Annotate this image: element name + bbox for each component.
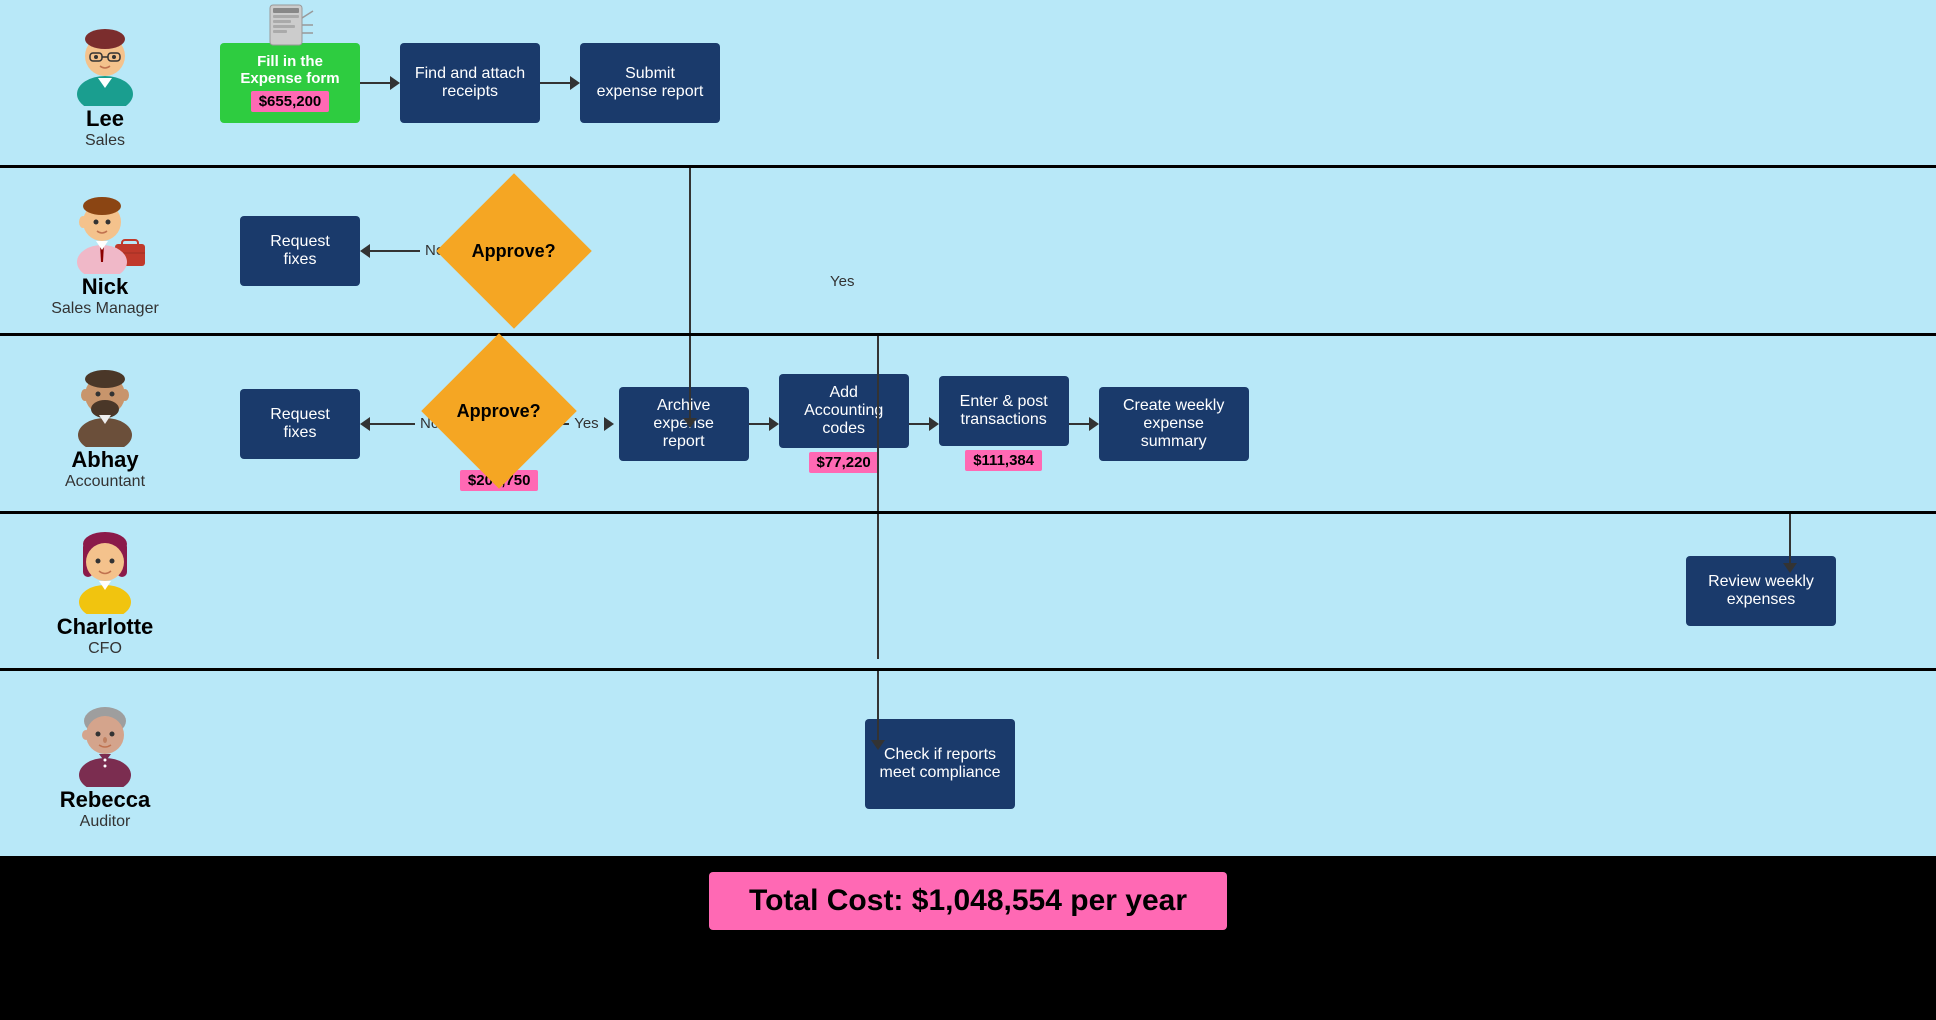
abhay-request-fixes-box[interactable]: Request fixes <box>240 389 360 459</box>
rebecca-avatar <box>60 697 150 787</box>
actor-nick: Nick Sales Manager <box>0 174 210 328</box>
lee-avatar <box>60 16 150 106</box>
rebecca-name: Rebecca <box>60 787 151 813</box>
review-weekly-expenses-label: Review weekly expenses <box>1700 573 1822 609</box>
arrow-lee-1 <box>360 76 400 90</box>
abhay-approve-diamond[interactable]: Approve? <box>444 356 554 466</box>
archive-expense-report-label: Archive expense report <box>633 397 735 451</box>
lee-name: Lee <box>86 106 124 132</box>
nick-role: Sales Manager <box>51 300 159 318</box>
rebecca-role: Auditor <box>80 813 131 831</box>
charlotte-name: Charlotte <box>57 614 154 640</box>
abhay-yes-label: Yes <box>574 415 598 432</box>
add-accounting-codes-label: Add Accounting codes <box>793 384 895 438</box>
nick-lane-content: Request fixes No Approve? Yes <box>210 168 1936 333</box>
create-weekly-expense-summary-label: Create weekly expense summary <box>1113 397 1235 451</box>
total-cost-box: Total Cost: $1,048,554 per year <box>709 872 1227 930</box>
nick-request-fixes-label: Request fixes <box>254 233 346 269</box>
find-attach-receipts-label: Find and attach receipts <box>414 65 526 101</box>
arrow-abhay-2 <box>749 417 779 431</box>
abhay-name: Abhay <box>71 447 138 473</box>
add-accounting-codes-box[interactable]: Add Accounting codes <box>779 374 909 448</box>
diagram-container: Lee Sales <box>0 0 1936 946</box>
create-weekly-expense-summary-box[interactable]: Create weekly expense summary <box>1099 387 1249 461</box>
swim-lane-abhay: Abhay Accountant Request fixes No Approv… <box>0 336 1936 514</box>
swim-lane-lee: Lee Sales <box>0 0 1936 168</box>
swim-lane-nick: Nick Sales Manager Request fixes No Appr… <box>0 168 1936 336</box>
abhay-lane-content: Request fixes No Approve? $204,750 <box>210 336 1936 511</box>
check-compliance-label: Check if reports meet compliance <box>879 746 1001 782</box>
nick-name: Nick <box>82 274 128 300</box>
nick-avatar <box>60 184 150 274</box>
actor-rebecca: Rebecca Auditor <box>0 687 210 841</box>
nick-yes-indicator: Yes <box>830 273 854 290</box>
nick-yes-label: Yes <box>830 273 854 290</box>
archive-expense-report-box[interactable]: Archive expense report <box>619 387 749 461</box>
lee-lane-content: Fill in the Expense form $655,200 Find a… <box>210 0 1936 165</box>
abhay-request-fixes-label: Request fixes <box>254 406 346 442</box>
nick-request-fixes-box[interactable]: Request fixes <box>240 216 360 286</box>
footer-bar: Total Cost: $1,048,554 per year <box>0 856 1936 946</box>
actor-charlotte: Charlotte CFO <box>0 514 210 668</box>
enter-post-transactions-label: Enter & post transactions <box>953 393 1055 429</box>
nick-approve-label: Approve? <box>472 240 556 261</box>
charlotte-avatar <box>60 524 150 614</box>
check-compliance-box[interactable]: Check if reports meet compliance <box>865 719 1015 809</box>
abhay-approve-wrapper: Approve? $204,750 <box>444 356 554 491</box>
fill-expense-form-label: Fill in the Expense form <box>234 53 346 87</box>
check-compliance-wrapper: Check if reports meet compliance <box>865 719 1015 809</box>
abhay-role: Accountant <box>65 473 145 491</box>
total-cost-label: Total Cost: $1,048,554 per year <box>749 884 1187 917</box>
actor-abhay: Abhay Accountant <box>0 347 210 501</box>
rebecca-lane-content: Check if reports meet compliance <box>210 671 1936 856</box>
fill-expense-form-box[interactable]: Fill in the Expense form $655,200 <box>220 43 360 123</box>
arrow-abhay-3 <box>909 417 939 431</box>
transactions-cost: $111,384 <box>965 450 1042 471</box>
abhay-avatar <box>60 357 150 447</box>
receipt-icon <box>265 3 315 53</box>
transactions-wrapper: Enter & post transactions $111,384 <box>939 376 1069 471</box>
charlotte-role: CFO <box>88 640 122 658</box>
lee-role: Sales <box>85 132 125 150</box>
swim-lane-charlotte: Charlotte CFO Review weekly expenses <box>0 514 1936 671</box>
swim-lane-rebecca: Rebecca Auditor Check if reports meet co… <box>0 671 1936 856</box>
submit-expense-report-label: Submit expense report <box>594 65 706 101</box>
abhay-approve-label: Approve? <box>457 400 541 421</box>
find-attach-receipts-box[interactable]: Find and attach receipts <box>400 43 540 123</box>
fill-expense-cost: $655,200 <box>251 91 330 112</box>
arrow-abhay-4 <box>1069 417 1099 431</box>
charlotte-lane-content: Review weekly expenses <box>210 519 1936 664</box>
accounting-wrapper: Add Accounting codes $77,220 <box>779 374 909 473</box>
enter-post-transactions-box[interactable]: Enter & post transactions <box>939 376 1069 446</box>
review-weekly-expenses-box[interactable]: Review weekly expenses <box>1686 556 1836 626</box>
arrow-lee-2 <box>540 76 580 90</box>
submit-expense-report-box[interactable]: Submit expense report <box>580 43 720 123</box>
review-weekly-expenses-wrapper: Review weekly expenses <box>1686 556 1836 626</box>
nick-approve-diamond[interactable]: Approve? <box>459 196 569 306</box>
accounting-cost: $77,220 <box>809 452 879 473</box>
actor-lee: Lee Sales <box>0 6 210 160</box>
